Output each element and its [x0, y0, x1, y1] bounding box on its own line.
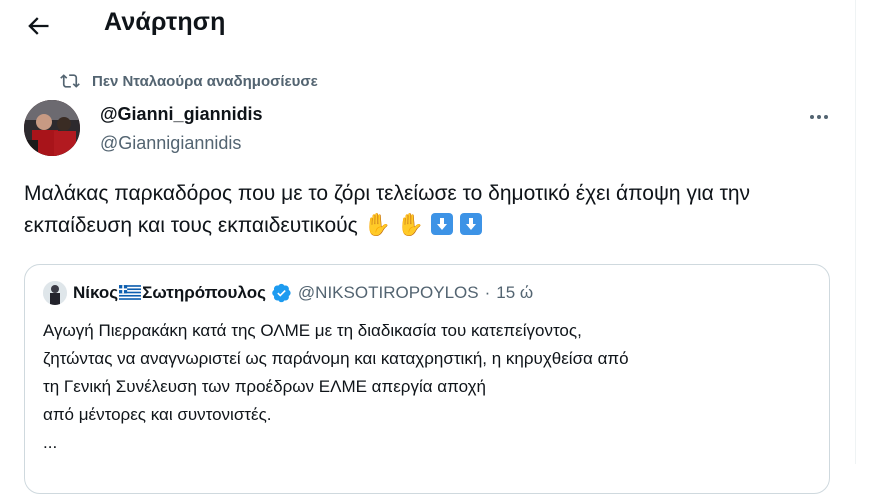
quoted-text-line: Αγωγή Πιερρακάκη κατά της ΟΛΜΕ με τη δια… — [43, 321, 582, 340]
quoted-text-line: τη Γενική Συνέλευση των προέδρων ΕΛΜΕ απ… — [43, 377, 486, 396]
avatar[interactable] — [24, 100, 80, 156]
quoted-author-name-part2: Σωτηρόπουλος — [142, 283, 266, 302]
post-text: Μαλάκας παρκαδόρος που με το ζόρι τελείω… — [24, 178, 824, 242]
repost-icon — [60, 74, 80, 88]
quoted-post-time[interactable]: 15 ώ — [496, 283, 533, 303]
avatar-image — [24, 100, 80, 156]
repost-context[interactable]: Πεν Νταλαούρα αναδημοσίευσε — [60, 71, 318, 91]
post-detail-column: Ανάρτηση Πεν Νταλαούρα αναδημοσίευσε @Gi… — [0, 0, 856, 494]
author-handle[interactable]: @Giannigiannidis — [100, 133, 241, 154]
quoted-text-line: από μέντορες και συντονιστές. — [43, 405, 272, 424]
quoted-avatar-image — [43, 281, 67, 305]
raised-hand-emoji: ✋ — [396, 213, 425, 238]
page-title: Ανάρτηση — [104, 8, 226, 36]
quoted-post-text: Αγωγή Πιερρακάκη κατά της ΟΛΜΕ με τη δια… — [43, 317, 813, 457]
quoted-author-avatar — [43, 281, 67, 305]
page-header: Ανάρτηση — [0, 0, 855, 52]
arrow-left-icon — [28, 17, 49, 35]
verified-badge-icon — [272, 283, 291, 303]
separator-dot: · — [484, 283, 491, 302]
quoted-post[interactable]: Νίκος Σωτηρόπουλος @NIKSOTIROPOYLOS · 15… — [24, 264, 830, 494]
quoted-text-line: ζητώντας να αναγνωριστεί ως παράνομη και… — [43, 349, 629, 368]
more-dot — [810, 115, 814, 119]
author-display-name[interactable]: @Gianni_giannidis — [100, 104, 263, 125]
more-options-button[interactable] — [806, 108, 832, 126]
down-arrow-icon — [465, 218, 476, 230]
quoted-author-name: Νίκος Σωτηρόπουλος — [73, 283, 266, 303]
more-dot — [824, 115, 828, 119]
repost-label: Πεν Νταλαούρα αναδημοσίευσε — [92, 72, 318, 90]
quoted-author-name-part1: Νίκος — [73, 283, 119, 302]
down-arrow-icon — [437, 218, 448, 230]
more-dot — [817, 115, 821, 119]
down-arrow-emoji — [459, 213, 482, 235]
down-arrow-emoji — [431, 213, 454, 235]
quoted-author-handle: @NIKSOTIROPOYLOS — [297, 283, 479, 302]
greek-flag-icon — [119, 285, 142, 300]
back-button[interactable] — [24, 12, 52, 40]
raised-hand-emoji: ✋ — [363, 213, 392, 238]
quoted-text-line: ... — [43, 433, 58, 452]
quoted-post-header: Νίκος Σωτηρόπουλος @NIKSOTIROPOYLOS · 15… — [43, 281, 533, 305]
